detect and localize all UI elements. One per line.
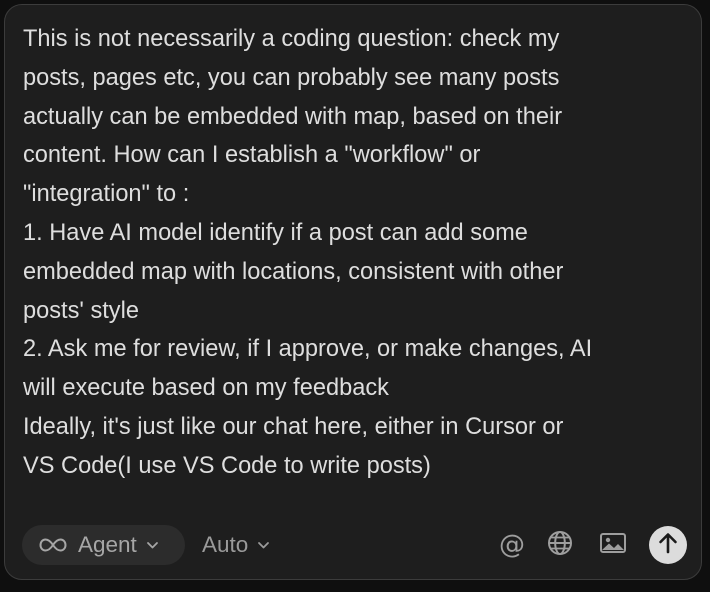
message-line: posts, pages etc, you can probably see m… <box>23 64 560 91</box>
agent-mode-label: Agent <box>78 532 137 557</box>
chevron-down-icon <box>257 540 270 550</box>
message-line: 1. Have AI model identify if a post can … <box>23 219 528 246</box>
model-dropdown[interactable]: Auto <box>202 525 270 565</box>
attach-image-button[interactable] <box>598 530 628 560</box>
message-line: "integration" to : <box>23 181 190 208</box>
chat-composer: This is not necessarily a coding questio… <box>4 4 702 580</box>
message-line: Ideally, it's just like our chat here, e… <box>23 413 564 440</box>
globe-icon <box>546 529 574 562</box>
send-button[interactable] <box>649 526 687 564</box>
message-line: content. How can I establish a "workflow… <box>23 142 481 169</box>
message-line: 2. Ask me for review, if I approve, or m… <box>23 336 593 363</box>
message-line: This is not necessarily a coding questio… <box>23 26 560 52</box>
message-input[interactable]: This is not necessarily a coding questio… <box>23 20 693 486</box>
message-line: VS Code(I use VS Code to write posts) <box>23 452 431 479</box>
agent-mode-dropdown[interactable]: Agent <box>22 525 185 565</box>
at-sign-icon: @ <box>499 530 525 560</box>
message-line: embedded map with locations, consistent … <box>23 258 564 285</box>
mention-button[interactable]: @ <box>497 530 527 560</box>
infinity-icon <box>38 535 68 555</box>
web-search-button[interactable] <box>545 530 575 560</box>
model-label: Auto <box>202 532 249 557</box>
composer-toolbar: Agent Auto @ <box>22 524 690 566</box>
message-line: posts' style <box>23 297 139 324</box>
message-line: actually can be embedded with map, based… <box>23 103 563 130</box>
chevron-down-icon <box>146 540 159 550</box>
arrow-up-icon <box>657 531 679 560</box>
image-icon <box>599 530 627 561</box>
message-line: will execute based on my feedback <box>23 375 389 402</box>
